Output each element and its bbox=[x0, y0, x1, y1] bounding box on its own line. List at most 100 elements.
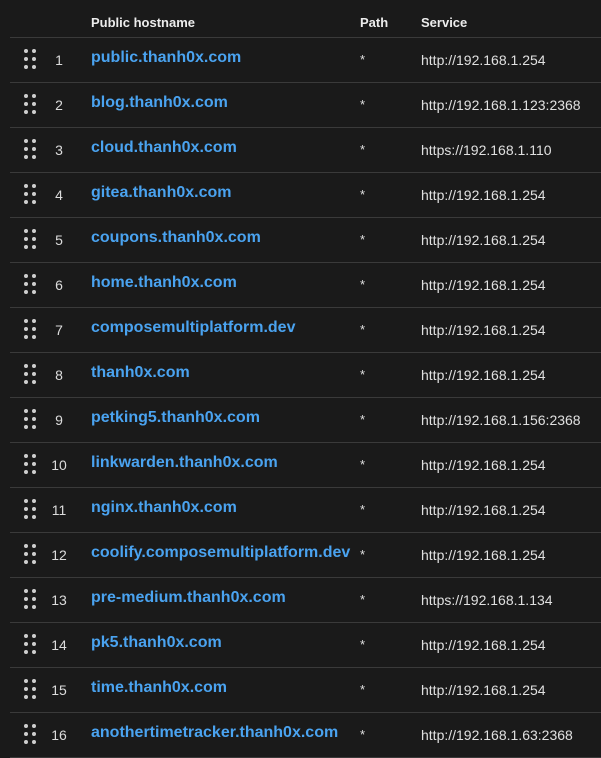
table-row[interactable]: 12 coolify.composemultiplatform.dev * http:… bbox=[10, 533, 601, 578]
drag-handle-dot bbox=[32, 597, 36, 601]
column-header-public-hostname[interactable]: Public hostname bbox=[91, 15, 195, 30]
drag-handle-dot bbox=[24, 499, 28, 503]
drag-handle-icon[interactable] bbox=[24, 454, 38, 474]
drag-handle-dot bbox=[32, 634, 36, 638]
hostname-link[interactable]: pk5.thanh0x.com bbox=[91, 634, 222, 652]
drag-handle-dot bbox=[24, 732, 28, 736]
table-row[interactable]: 8 thanh0x.com * http://192.168.1.254 bbox=[10, 353, 601, 398]
drag-handle-dot bbox=[24, 364, 28, 368]
table-row[interactable]: 3 cloud.thanh0x.com * https://192.168.1.110 bbox=[10, 128, 601, 173]
drag-handle-icon[interactable] bbox=[24, 229, 38, 249]
hostname-link[interactable]: blog.thanh0x.com bbox=[91, 94, 228, 112]
drag-handle-dot bbox=[32, 155, 36, 159]
hostname-link[interactable]: thanh0x.com bbox=[91, 364, 190, 382]
table-row[interactable]: 13 pre-medium.thanh0x.com * https://192.168… bbox=[10, 578, 601, 623]
table-row[interactable]: 9 petking5.thanh0x.com * http://192.168.1.1… bbox=[10, 398, 601, 443]
path-value: * bbox=[360, 592, 366, 607]
drag-handle-icon[interactable] bbox=[24, 409, 38, 429]
hostname-link[interactable]: petking5.thanh0x.com bbox=[91, 409, 260, 427]
drag-handle-dot bbox=[32, 507, 36, 511]
drag-handle-icon[interactable] bbox=[24, 49, 38, 69]
row-number: 5 bbox=[55, 232, 63, 248]
table-row[interactable]: 5 coupons.thanh0x.com * http://192.168.1.25… bbox=[10, 218, 601, 263]
drag-handle-icon[interactable] bbox=[24, 274, 38, 294]
drag-handle-dot bbox=[24, 515, 28, 519]
table-row[interactable]: 16 anothertimetracker.thanh0x.com * http://… bbox=[10, 713, 601, 758]
drag-handle-dot bbox=[24, 560, 28, 564]
drag-handle-dot bbox=[32, 687, 36, 691]
table-row[interactable]: 4 gitea.thanh0x.com * http://192.168.1.254 bbox=[10, 173, 601, 218]
path-value: * bbox=[360, 187, 366, 202]
hostname-link[interactable]: composemultiplatform.dev bbox=[91, 319, 295, 337]
drag-handle-icon[interactable] bbox=[24, 499, 38, 519]
drag-handle-dot bbox=[24, 372, 28, 376]
row-number: 10 bbox=[51, 457, 67, 473]
path-value: * bbox=[360, 142, 366, 157]
drag-handle-dot bbox=[32, 679, 36, 683]
table-row[interactable]: 14 pk5.thanh0x.com * http://192.168.1.254 bbox=[10, 623, 601, 668]
table-row[interactable]: 7 composemultiplatform.dev * http://192.168… bbox=[10, 308, 601, 353]
hostname-link[interactable]: cloud.thanh0x.com bbox=[91, 139, 237, 157]
hostname-link[interactable]: anothertimetracker.thanh0x.com bbox=[91, 724, 338, 742]
service-url: http://192.168.1.254 bbox=[421, 502, 546, 518]
hostname-link[interactable]: public.thanh0x.com bbox=[91, 49, 241, 67]
drag-handle-dot bbox=[32, 94, 36, 98]
drag-handle-dot bbox=[24, 274, 28, 278]
hostname-link[interactable]: coupons.thanh0x.com bbox=[91, 229, 261, 247]
hostname-link[interactable]: time.thanh0x.com bbox=[91, 679, 227, 697]
drag-handle-dot bbox=[32, 200, 36, 204]
drag-handle-dot bbox=[24, 192, 28, 196]
hostname-link[interactable]: coolify.composemultiplatform.dev bbox=[91, 544, 350, 562]
column-header-service[interactable]: Service bbox=[421, 15, 467, 30]
drag-handle-icon[interactable] bbox=[24, 94, 38, 114]
hostname-link[interactable]: home.thanh0x.com bbox=[91, 274, 237, 292]
service-url: http://192.168.1.123:2368 bbox=[421, 97, 581, 113]
drag-handle-dot bbox=[32, 364, 36, 368]
drag-handle-dot bbox=[32, 237, 36, 241]
hostname-link[interactable]: linkwarden.thanh0x.com bbox=[91, 454, 278, 472]
drag-handle-dot bbox=[24, 380, 28, 384]
column-header-path[interactable]: Path bbox=[360, 15, 388, 30]
drag-handle-icon[interactable] bbox=[24, 544, 38, 564]
row-number: 2 bbox=[55, 97, 63, 113]
drag-handle-dot bbox=[32, 335, 36, 339]
drag-handle-icon[interactable] bbox=[24, 724, 38, 744]
drag-handle-icon[interactable] bbox=[24, 589, 38, 609]
drag-handle-dot bbox=[24, 454, 28, 458]
row-number: 15 bbox=[51, 682, 67, 698]
drag-handle-dot bbox=[32, 139, 36, 143]
hostname-link[interactable]: nginx.thanh0x.com bbox=[91, 499, 237, 517]
path-value: * bbox=[360, 727, 366, 742]
table-row[interactable]: 1 public.thanh0x.com * http://192.168.1.254 bbox=[10, 38, 601, 83]
drag-handle-icon[interactable] bbox=[24, 634, 38, 654]
drag-handle-dot bbox=[24, 139, 28, 143]
drag-handle-dot bbox=[24, 229, 28, 233]
drag-handle-dot bbox=[32, 380, 36, 384]
drag-handle-dot bbox=[32, 605, 36, 609]
drag-handle-dot bbox=[24, 184, 28, 188]
table-row[interactable]: 2 blog.thanh0x.com * http://192.168.1.123:2… bbox=[10, 83, 601, 128]
drag-handle-icon[interactable] bbox=[24, 364, 38, 384]
row-number: 6 bbox=[55, 277, 63, 293]
drag-handle-dot bbox=[32, 192, 36, 196]
drag-handle-icon[interactable] bbox=[24, 319, 38, 339]
path-value: * bbox=[360, 367, 366, 382]
hostname-link[interactable]: gitea.thanh0x.com bbox=[91, 184, 231, 202]
drag-handle-dot bbox=[24, 597, 28, 601]
table-row[interactable]: 15 time.thanh0x.com * http://192.168.1.254 bbox=[10, 668, 601, 713]
drag-handle-icon[interactable] bbox=[24, 184, 38, 204]
row-number: 3 bbox=[55, 142, 63, 158]
table-row[interactable]: 10 linkwarden.thanh0x.com * http://192.168.… bbox=[10, 443, 601, 488]
drag-handle-dot bbox=[32, 642, 36, 646]
drag-handle-icon[interactable] bbox=[24, 139, 38, 159]
drag-handle-dot bbox=[32, 732, 36, 736]
table-row[interactable]: 11 nginx.thanh0x.com * http://192.168.1.254 bbox=[10, 488, 601, 533]
hostname-link[interactable]: pre-medium.thanh0x.com bbox=[91, 589, 286, 607]
drag-handle-dot bbox=[32, 282, 36, 286]
drag-handle-dot bbox=[32, 102, 36, 106]
drag-handle-icon[interactable] bbox=[24, 679, 38, 699]
service-url: http://192.168.1.254 bbox=[421, 457, 546, 473]
table-row[interactable]: 6 home.thanh0x.com * http://192.168.1.254 bbox=[10, 263, 601, 308]
drag-handle-dot bbox=[32, 425, 36, 429]
drag-handle-dot bbox=[32, 184, 36, 188]
